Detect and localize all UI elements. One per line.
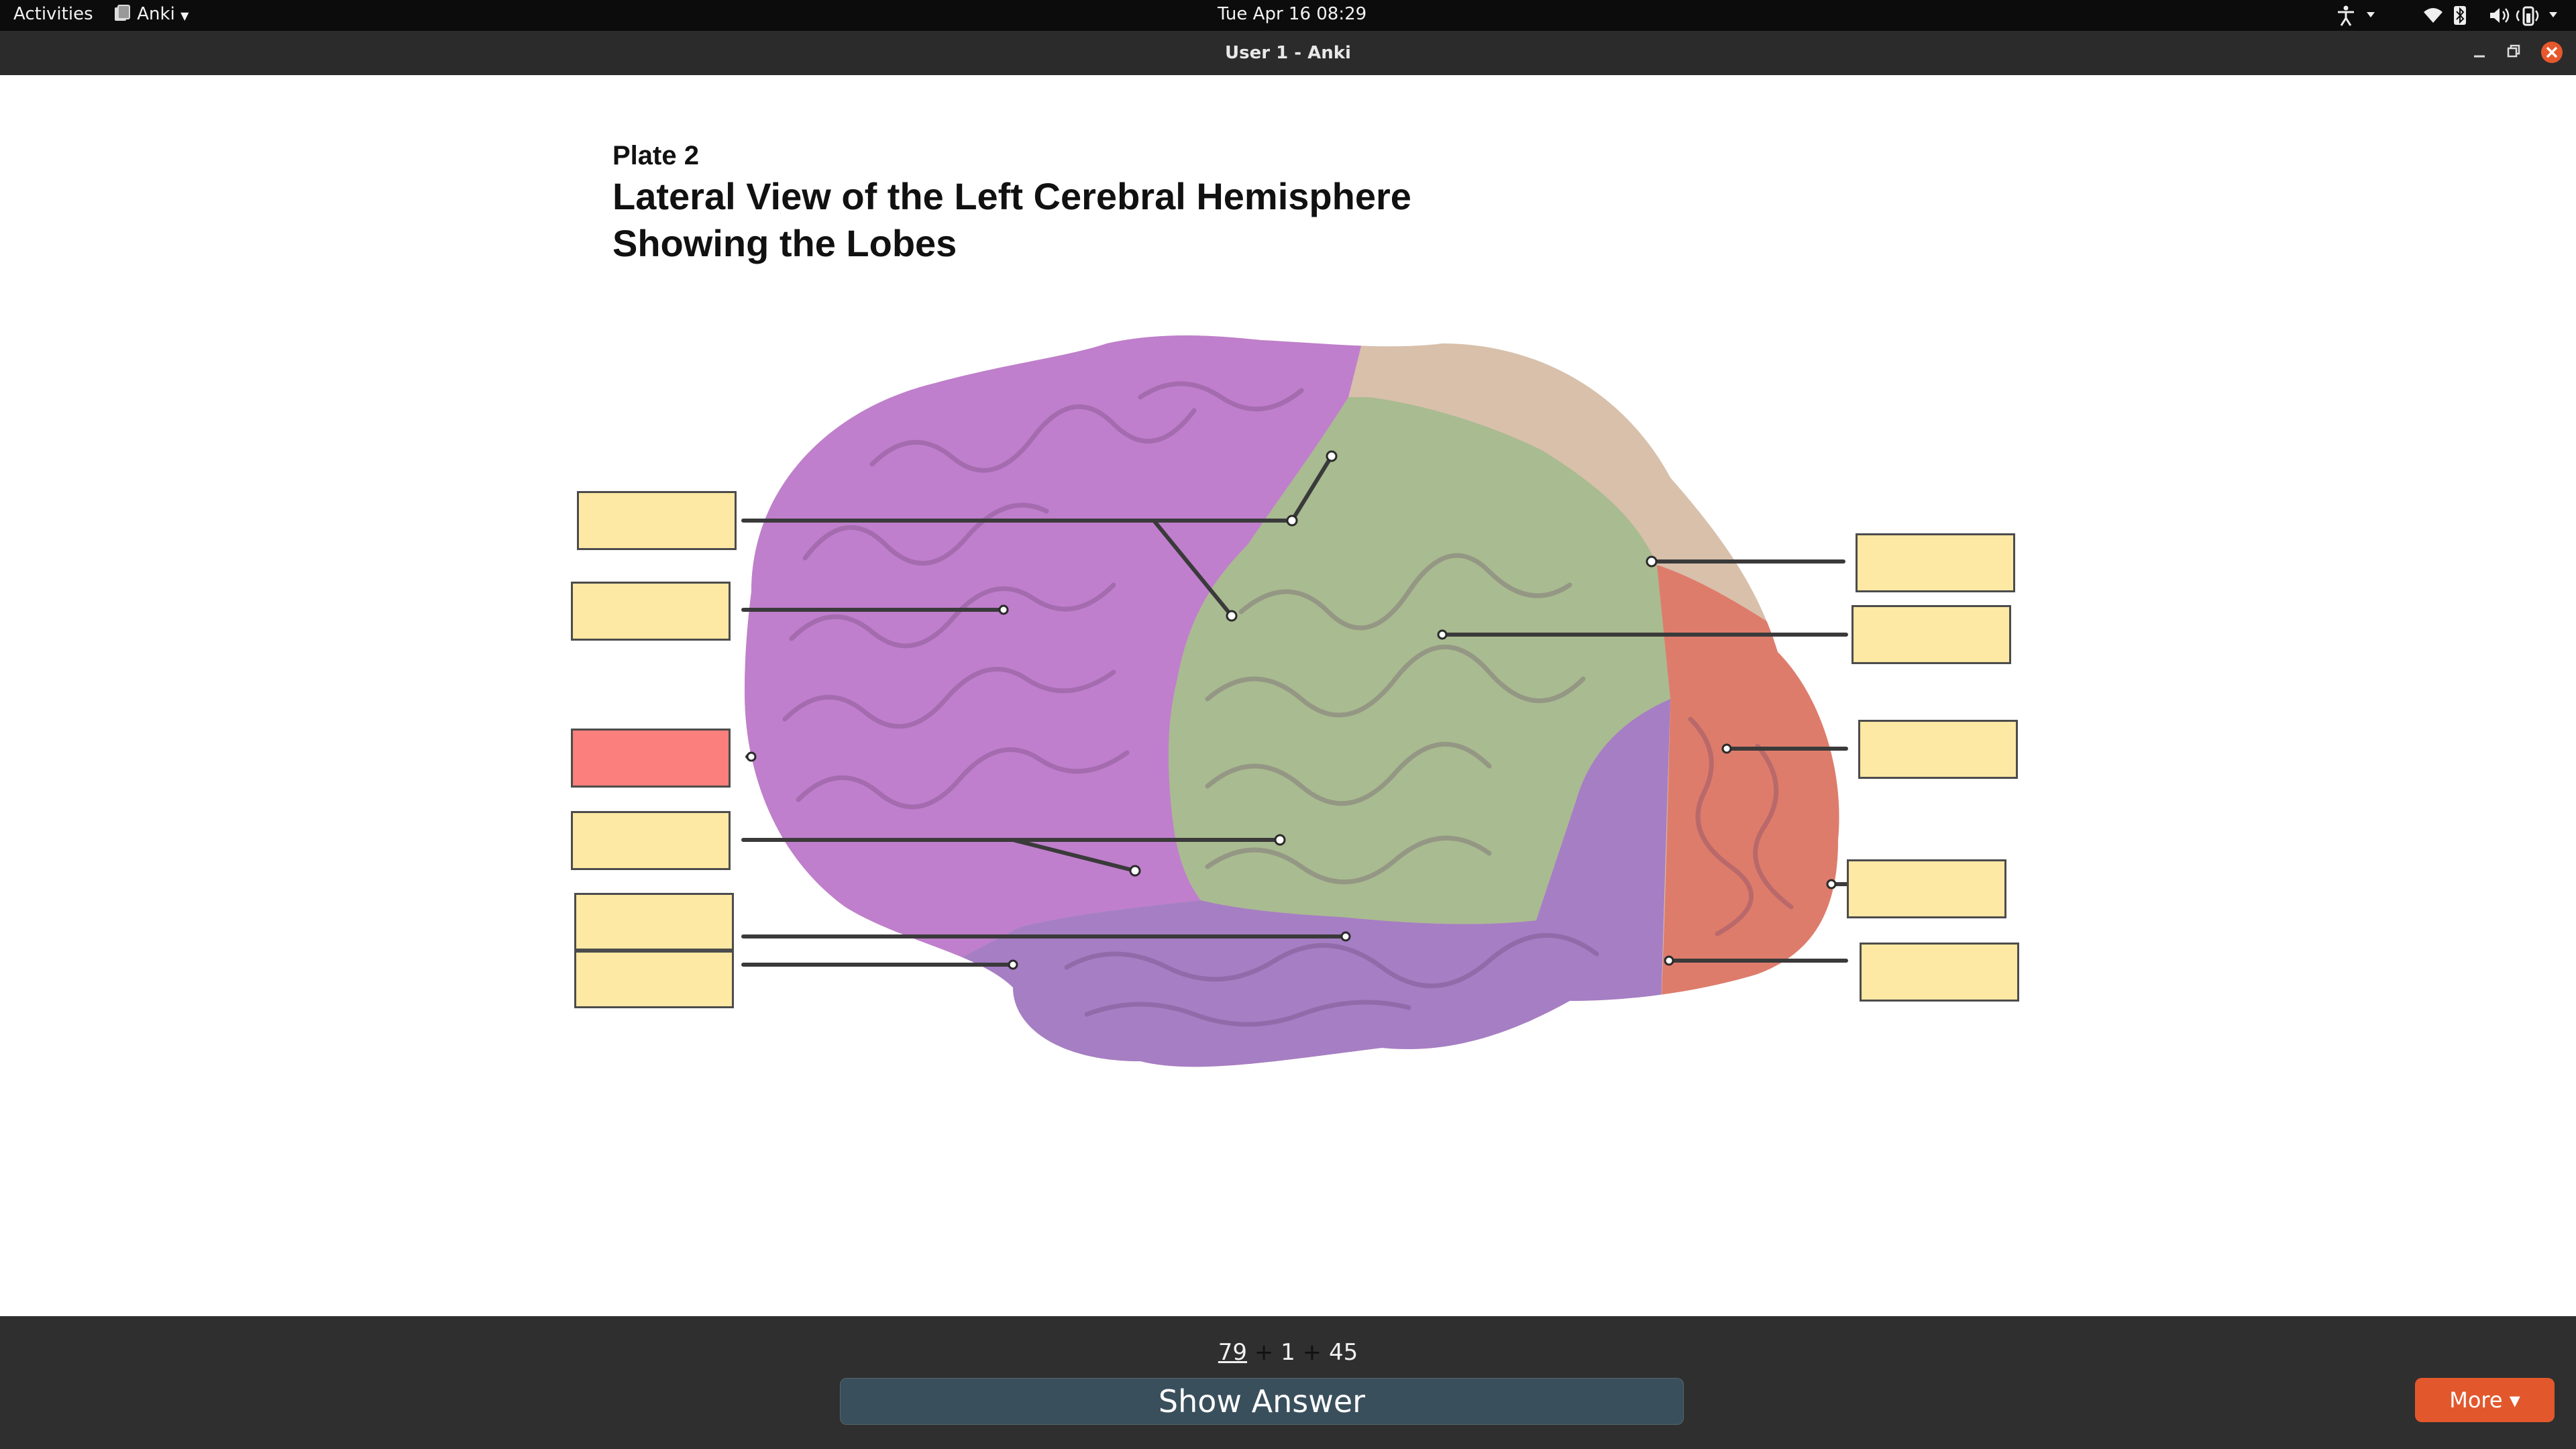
system-tray[interactable] (2331, 4, 2573, 32)
accessibility-icon (2338, 5, 2354, 26)
wifi-icon (2424, 8, 2443, 23)
volume-icon (2490, 8, 2510, 23)
card-view: Plate 2 Lateral View of the Left Cerebra… (0, 75, 2576, 1316)
label-blank-10 (1847, 859, 2006, 918)
window-title-bar[interactable]: User 1 - Anki (0, 31, 2576, 75)
label-blank-1 (577, 491, 737, 550)
show-answer-button[interactable]: Show Answer (840, 1378, 1684, 1425)
app-menu[interactable]: Anki ▼ (113, 4, 189, 24)
label-blank-11 (1860, 943, 2019, 1002)
minimize-button[interactable] (2469, 43, 2490, 64)
power-icon (2516, 6, 2539, 26)
due-counts: 79 + 1 + 45 (0, 1339, 2576, 1366)
app-menu-label: Anki (137, 4, 175, 24)
label-blank-8 (1851, 605, 2011, 664)
label-blank-6 (574, 951, 734, 1008)
clock[interactable]: Tue Apr 16 08:29 (1218, 4, 1366, 24)
count-separator: + (1302, 1339, 1322, 1366)
anki-app-icon (115, 5, 130, 21)
brain-diagram (741, 335, 1850, 1067)
chevron-down-icon (2549, 12, 2557, 17)
label-blank-9 (1858, 720, 2018, 779)
learn-count: 1 (1281, 1339, 1295, 1366)
restore-button[interactable] (2507, 44, 2520, 58)
label-blank-active (571, 729, 731, 788)
label-blank-2 (571, 582, 731, 641)
occipital-lobe (1657, 565, 1839, 1067)
label-blank-4 (571, 811, 731, 870)
close-button[interactable] (2541, 42, 2563, 63)
activities-button[interactable]: Activities (13, 4, 93, 24)
new-count: 79 (1218, 1339, 1248, 1366)
label-blank-5 (574, 893, 734, 951)
more-button[interactable]: More ▾ (2415, 1378, 2555, 1422)
review-bottom-bar: 79 + 1 + 45 Show Answer More ▾ (0, 1316, 2576, 1449)
window-title: User 1 - Anki (1225, 43, 1351, 63)
review-count: 45 (1328, 1339, 1358, 1366)
count-separator: + (1254, 1339, 1274, 1366)
chevron-down-icon (2367, 12, 2375, 17)
label-blank-7 (1856, 533, 2015, 592)
system-top-bar: Activities Anki ▼ Tue Apr 16 08:29 (0, 0, 2576, 31)
window-controls (2469, 42, 2563, 64)
chevron-down-icon: ▼ (180, 9, 189, 22)
bluetooth-icon (2454, 6, 2466, 25)
